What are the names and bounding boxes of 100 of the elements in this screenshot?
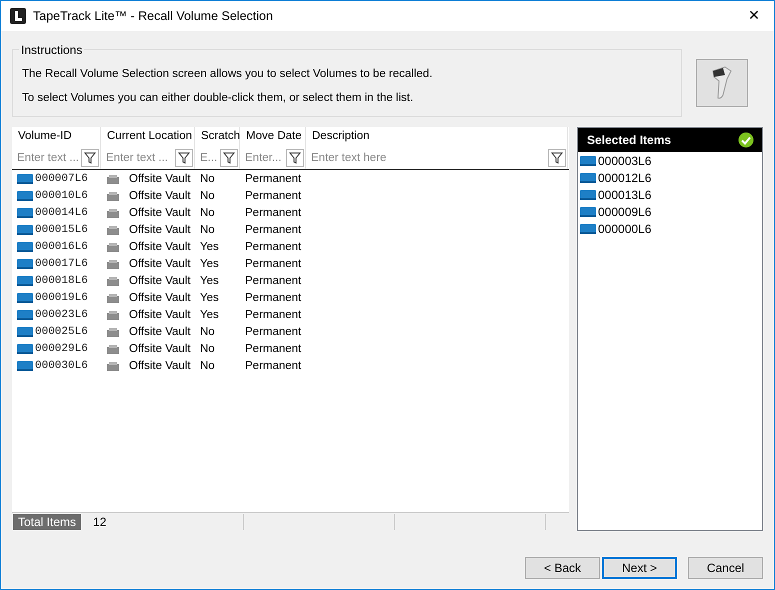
scratch-cell: Yes (200, 240, 219, 252)
total-items-label: Total Items (13, 514, 82, 530)
location-cell: Offsite Vault (129, 224, 191, 236)
filter-icon[interactable] (286, 149, 304, 167)
vault-icon (106, 258, 120, 270)
scratch-cell: Yes (200, 292, 219, 304)
scanner-button[interactable] (696, 58, 748, 106)
location-cell: Offsite Vault (129, 326, 191, 338)
location-cell: Offsite Vault (129, 172, 191, 184)
tape-icon (580, 172, 596, 184)
move-date-cell: Permanent (245, 206, 302, 218)
vault-icon (106, 224, 120, 236)
dialog-button[interactable]: Next > (602, 557, 677, 579)
selected-item[interactable]: 000012L6 (598, 170, 652, 184)
vault-icon (106, 308, 120, 320)
barcode-scanner-icon (711, 64, 733, 100)
vault-icon (106, 342, 120, 354)
location-cell: Offsite Vault (129, 190, 191, 202)
group-title: Instructions (19, 42, 84, 56)
checkmark-icon (738, 132, 754, 148)
move-date-cell: Permanent (245, 308, 302, 320)
move-date-cell: Permanent (245, 190, 302, 202)
instruction-text: The Recall Volume Selection screen allows you to select Volumes to be recalled. (22, 68, 434, 80)
location-cell: Offsite Vault (129, 274, 191, 286)
scratch-cell: No (200, 206, 215, 218)
vault-icon (106, 326, 120, 338)
filter-field[interactable]: Enter text ... (15, 152, 81, 164)
move-date-cell: Permanent (245, 224, 302, 236)
filter-icon[interactable] (548, 149, 566, 167)
location-cell: Offsite Vault (129, 360, 191, 372)
column-header[interactable]: Current Location (101, 127, 195, 147)
move-date-cell: Permanent (245, 360, 302, 372)
dialog-button[interactable]: < Back (525, 557, 600, 579)
volume-id-cell: 000025L6 (35, 326, 88, 338)
location-cell: Offsite Vault (129, 308, 191, 320)
scratch-cell: No (200, 190, 215, 202)
move-date-cell: Permanent (245, 342, 302, 354)
scratch-cell: No (200, 326, 215, 338)
column-header[interactable]: Move Date (240, 127, 306, 147)
filter-icon[interactable] (81, 149, 99, 167)
volume-id-cell: 000029L6 (35, 342, 88, 354)
volume-id-cell: 000007L6 (35, 172, 88, 184)
location-cell: Offsite Vault (129, 292, 191, 304)
panel-title: Selected Items (587, 133, 672, 147)
vault-icon (106, 240, 120, 252)
scratch-cell: No (200, 342, 215, 354)
volume-id-cell: 000030L6 (35, 360, 88, 372)
scratch-cell: No (200, 360, 215, 372)
tape-icon (17, 206, 33, 218)
tape-icon (17, 258, 33, 270)
location-cell: Offsite Vault (129, 206, 191, 218)
vault-icon (106, 190, 120, 202)
window-title: TapeTrack Lite™ - Recall Volume Selection (33, 9, 274, 23)
scratch-cell: No (200, 224, 215, 236)
filter-field[interactable]: Enter text here (309, 152, 548, 164)
tape-icon (580, 222, 596, 234)
volume-id-cell: 000016L6 (35, 240, 88, 252)
selected-item[interactable]: 000003L6 (598, 154, 652, 168)
filter-icon[interactable] (175, 149, 193, 167)
move-date-cell: Permanent (245, 240, 302, 252)
tape-icon (17, 224, 33, 236)
column-header[interactable]: Description (306, 127, 568, 147)
filter-icon[interactable] (220, 149, 238, 167)
tape-icon (17, 326, 33, 338)
column-header[interactable]: Volume-ID (12, 127, 101, 147)
instruction-text: To select Volumes you can either double-click them, or select them in the list. (22, 92, 414, 104)
filter-field[interactable]: Enter... (243, 152, 286, 164)
dialog-button[interactable]: Cancel (688, 557, 763, 579)
volume-id-cell: 000018L6 (35, 274, 88, 286)
tape-icon (580, 154, 596, 166)
app-logo-icon (10, 8, 26, 24)
vault-icon (106, 206, 120, 218)
tape-icon (580, 188, 596, 200)
volume-id-cell: 000017L6 (35, 258, 88, 270)
scratch-cell: Yes (200, 258, 219, 270)
scratch-cell: No (200, 172, 215, 184)
filter-field[interactable]: E... (198, 152, 220, 164)
vault-icon (106, 274, 120, 286)
column-header[interactable]: Scratch (195, 127, 240, 147)
location-cell: Offsite Vault (129, 342, 191, 354)
move-date-cell: Permanent (245, 258, 302, 270)
selected-item[interactable]: 000013L6 (598, 188, 652, 202)
move-date-cell: Permanent (245, 292, 302, 304)
tape-icon (17, 360, 33, 372)
volume-id-cell: 000023L6 (35, 308, 88, 320)
selected-item[interactable]: 000000L6 (598, 222, 652, 236)
total-items-count: 12 (93, 515, 108, 529)
scratch-cell: Yes (200, 274, 219, 286)
tape-icon (17, 308, 33, 320)
filter-field[interactable]: Enter text ... (104, 152, 175, 164)
vault-icon (106, 292, 120, 304)
volume-id-cell: 000019L6 (35, 292, 88, 304)
tape-icon (17, 342, 33, 354)
tape-icon (17, 292, 33, 304)
selected-item[interactable]: 000009L6 (598, 204, 652, 218)
close-button[interactable]: ✕ (734, 1, 774, 31)
vault-icon (106, 172, 120, 184)
tape-icon (17, 172, 33, 184)
location-cell: Offsite Vault (129, 240, 191, 252)
move-date-cell: Permanent (245, 274, 302, 286)
